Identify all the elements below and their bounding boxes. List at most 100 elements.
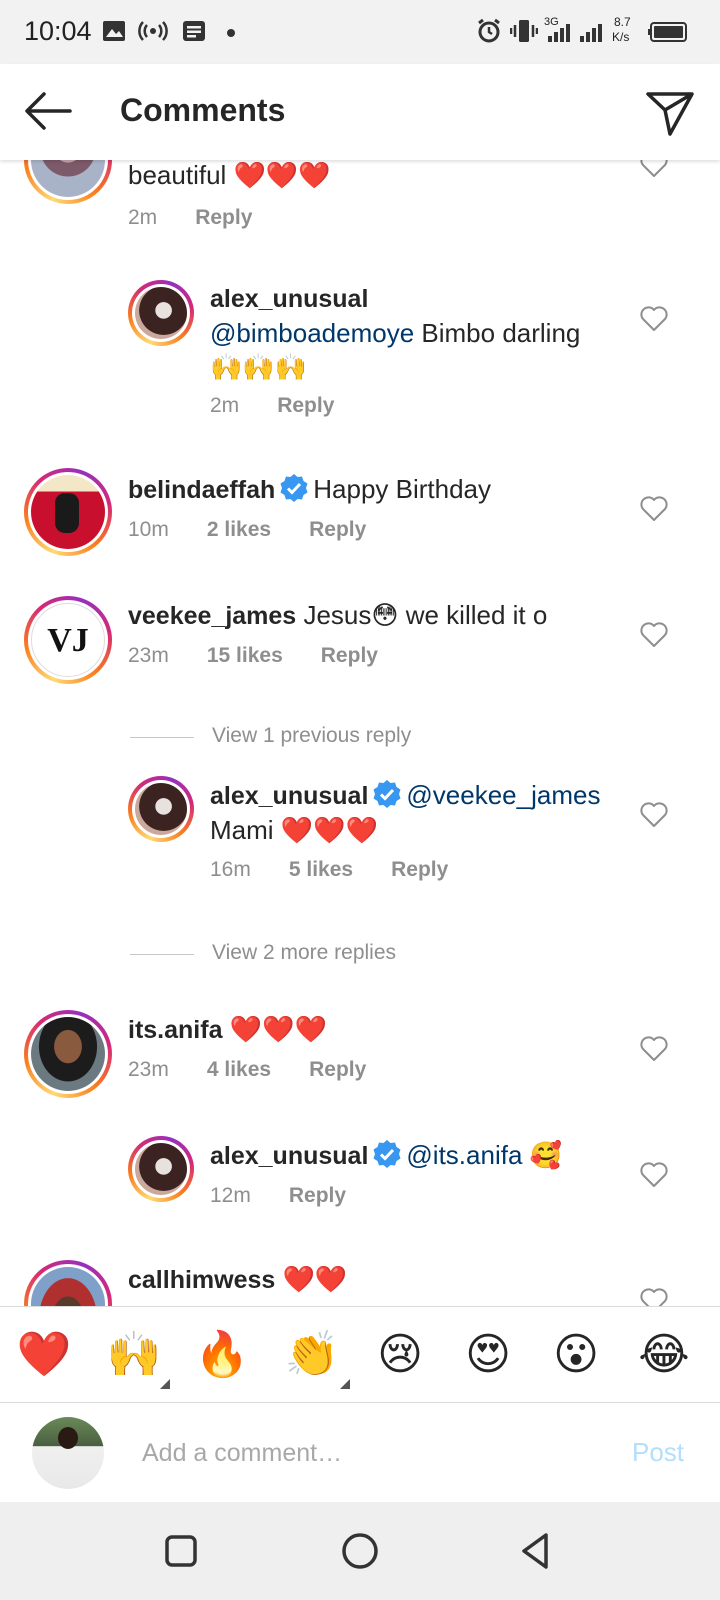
- comment-time: 2m: [210, 394, 240, 417]
- verified-badge-icon: [373, 780, 401, 808]
- status-time: 10:04: [24, 16, 92, 46]
- avatar[interactable]: [128, 280, 194, 346]
- comment-meta: 2m Reply: [128, 206, 290, 230]
- avatar-monogram: VJ: [47, 622, 89, 659]
- page-title: Comments: [120, 92, 286, 128]
- comment-username[interactable]: belindaeffah: [128, 476, 275, 504]
- comment-meta: 2m Reply: [210, 394, 372, 418]
- comment-time: 16m: [210, 858, 251, 881]
- reply-button[interactable]: Reply: [277, 394, 334, 417]
- comment-username[interactable]: callhimwess: [128, 1266, 275, 1294]
- like-heart-icon[interactable]: [640, 160, 668, 178]
- reply-button[interactable]: Reply: [309, 1058, 366, 1081]
- avatar[interactable]: VJ: [24, 596, 112, 684]
- emoji-fire[interactable]: 🔥: [192, 1327, 252, 1383]
- comment-text: belindaeffah Happy Birthday: [128, 474, 492, 504]
- like-heart-icon[interactable]: [640, 802, 668, 828]
- comment-input[interactable]: [142, 1433, 582, 1473]
- back-button[interactable]: [20, 86, 76, 136]
- verified-badge-icon: [373, 1140, 401, 1168]
- status-bar: 10:04 3G 8.7 K/s: [0, 0, 720, 64]
- comment-meta: 23m 4 likes Reply: [128, 1058, 404, 1082]
- mention-link[interactable]: @bimboademoye: [210, 318, 414, 348]
- comment-username[interactable]: alex_unusual: [210, 282, 620, 316]
- corner-triangle-icon: [160, 1379, 170, 1389]
- comment-time: 2m: [128, 206, 158, 229]
- comment-text: veekee_james Jesus😳 we killed it o: [128, 600, 548, 630]
- corner-triangle-icon: [340, 1379, 350, 1389]
- divider: [130, 737, 194, 738]
- alarm-icon: [478, 18, 500, 43]
- avatar[interactable]: [24, 468, 112, 556]
- net-speed-value: 8.7: [614, 15, 631, 29]
- avatar[interactable]: [24, 1260, 112, 1306]
- comment-text: alex_unusual @veekee_james Mami ❤️❤️❤️: [210, 780, 601, 845]
- emoji-surprised[interactable]: 😮: [546, 1327, 606, 1383]
- comment-meta: 10m 2 likes Reply: [128, 518, 404, 542]
- comment-text: beautiful ❤️❤️❤️: [128, 160, 331, 190]
- comment-meta: 23m 15 likes Reply: [128, 644, 416, 668]
- comment-meta: 16m 5 likes Reply: [210, 858, 486, 882]
- comment-meta: 12m Reply: [210, 1184, 384, 1208]
- reply-button[interactable]: Reply: [309, 518, 366, 541]
- like-heart-icon[interactable]: [640, 306, 668, 332]
- comment-username[interactable]: alex_unusual: [210, 782, 368, 810]
- comments-list: beautiful ❤️❤️❤️ 2m Reply alex_unusual @b…: [0, 160, 720, 1306]
- view-previous-replies[interactable]: View 1 previous reply: [212, 724, 411, 748]
- comment-username[interactable]: its.anifa: [128, 1016, 222, 1044]
- comment-text: alex_unusual @bimboademoye Bimbo darling…: [210, 282, 620, 384]
- reply-button[interactable]: Reply: [289, 1184, 346, 1207]
- comment-composer: Post: [0, 1402, 720, 1502]
- comment-username[interactable]: veekee_james: [128, 602, 296, 630]
- comment-time: 23m: [128, 1058, 169, 1081]
- home-icon[interactable]: [335, 1526, 385, 1576]
- avatar[interactable]: [128, 776, 194, 842]
- emoji-heart-eyes[interactable]: 😍: [458, 1327, 518, 1383]
- post-button[interactable]: Post: [632, 1437, 684, 1468]
- emoji-heart[interactable]: ❤️: [14, 1327, 74, 1383]
- comment-time: 12m: [210, 1184, 251, 1207]
- back-triangle-icon[interactable]: [512, 1526, 562, 1576]
- like-heart-icon[interactable]: [640, 1288, 668, 1306]
- reply-button[interactable]: Reply: [321, 644, 378, 667]
- current-user-avatar: [32, 1417, 104, 1489]
- like-heart-icon[interactable]: [640, 496, 668, 522]
- avatar[interactable]: [24, 1010, 112, 1098]
- likes-count[interactable]: 15 likes: [207, 644, 283, 667]
- emoji-crying[interactable]: 😢: [370, 1327, 430, 1383]
- avatar[interactable]: [24, 160, 112, 204]
- comment-username[interactable]: alex_unusual: [210, 1142, 368, 1170]
- likes-count[interactable]: 5 likes: [289, 858, 353, 881]
- emoji-clapping[interactable]: 👏: [282, 1327, 342, 1383]
- paper-plane-icon[interactable]: [642, 84, 698, 140]
- signal-icon: [548, 24, 602, 42]
- avatar[interactable]: [128, 1136, 194, 1202]
- view-more-replies[interactable]: View 2 more replies: [212, 941, 396, 965]
- dot-icon: [227, 29, 235, 37]
- comment-text: callhimwess ❤️❤️: [128, 1264, 348, 1294]
- comment-text: its.anifa ❤️❤️❤️: [128, 1014, 327, 1044]
- likes-count[interactable]: 2 likes: [207, 518, 271, 541]
- system-nav-bar: [0, 1502, 720, 1600]
- emoji-raising-hands[interactable]: 🙌: [104, 1327, 164, 1383]
- mention-link[interactable]: @its.anifa: [406, 1140, 522, 1170]
- comment-time: 23m: [128, 644, 169, 667]
- likes-count[interactable]: 4 likes: [207, 1058, 271, 1081]
- net-speed-unit: K/s: [612, 30, 630, 44]
- reply-button[interactable]: Reply: [391, 858, 448, 881]
- battery-icon: [648, 22, 687, 42]
- reply-button[interactable]: Reply: [195, 206, 252, 229]
- like-heart-icon[interactable]: [640, 1036, 668, 1062]
- vibrate-icon: [510, 20, 538, 42]
- emoji-text: 🙌🙌🙌: [210, 352, 308, 382]
- mention-link[interactable]: @veekee_james: [406, 780, 600, 810]
- like-heart-icon[interactable]: [640, 622, 668, 648]
- comment-time: 10m: [128, 518, 169, 541]
- like-heart-icon[interactable]: [640, 1162, 668, 1188]
- recent-apps-icon[interactable]: [156, 1526, 206, 1576]
- emoji-laughing[interactable]: 😂: [634, 1327, 694, 1383]
- quick-emoji-bar: ❤️ 🙌 🔥 👏 😢 😍 😮 😂: [0, 1306, 720, 1402]
- image-icon: [103, 21, 125, 41]
- notes-icon: [183, 21, 205, 41]
- header-bar: Comments: [0, 64, 720, 160]
